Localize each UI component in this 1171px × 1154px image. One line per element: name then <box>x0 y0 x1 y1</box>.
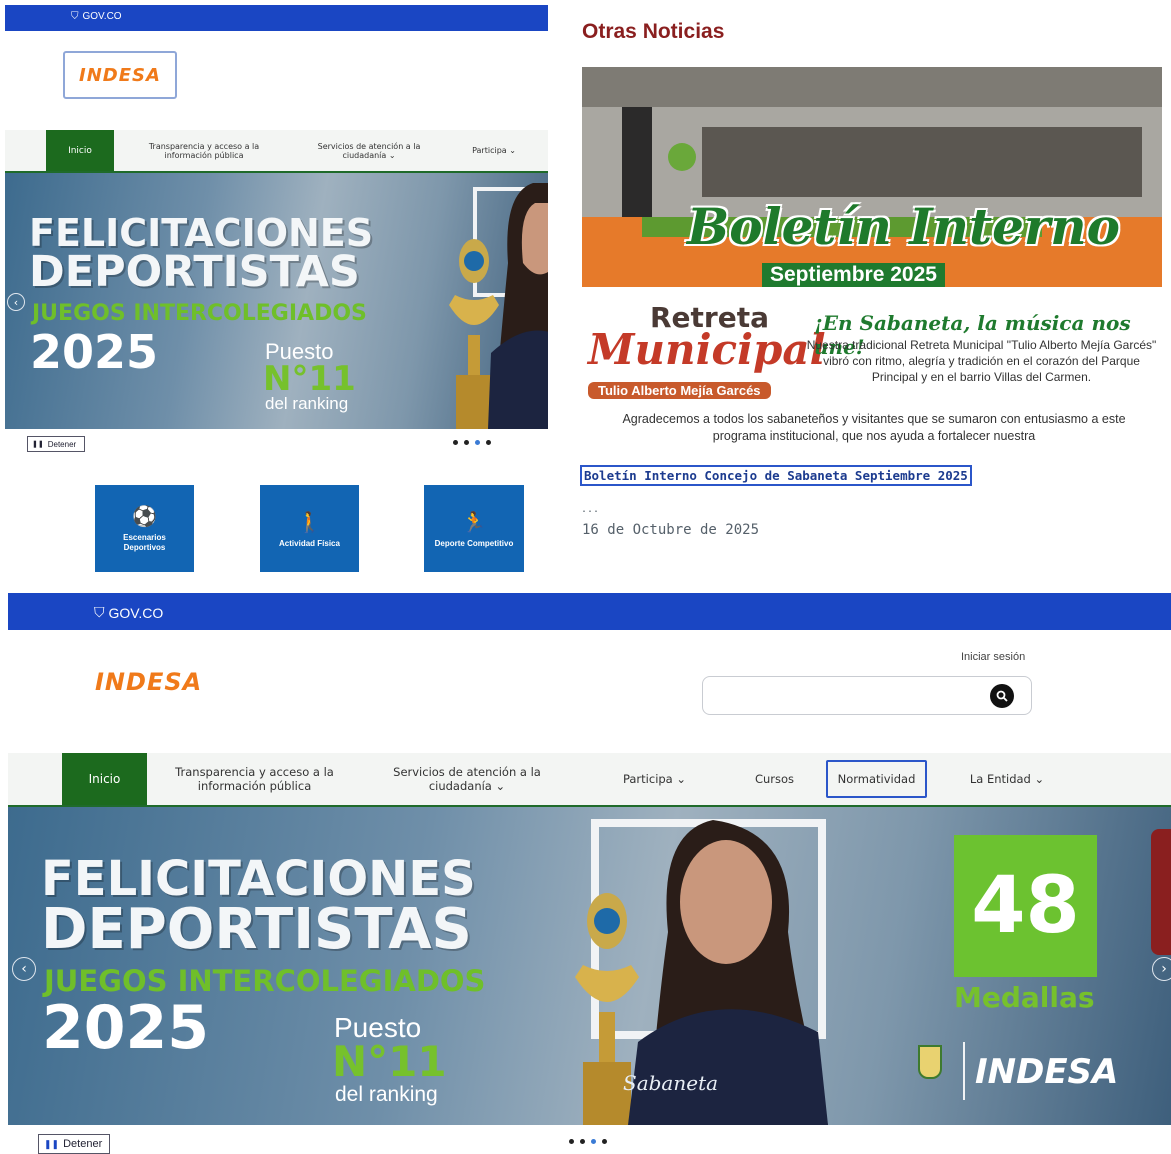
tile-escenarios[interactable]: ⚽ Escenarios Deportivos <box>95 485 194 572</box>
gov-co-label: GOV.CO <box>82 11 122 22</box>
carousel-dot[interactable] <box>486 440 491 445</box>
athlete-photo <box>488 183 548 429</box>
carousel-dot[interactable] <box>569 1139 574 1144</box>
stop-button-top[interactable]: ❚❚ Detener <box>27 436 85 452</box>
nav-item-transparencia[interactable]: Transparencia y acceso a la información … <box>114 142 294 160</box>
retreta-description: Nuestra tradicional Retreta Municipal "T… <box>806 338 1157 385</box>
gov-co-link[interactable]: ⛉ GOV.CO <box>71 11 122 22</box>
hero-year: 2025 <box>30 325 159 379</box>
medals-box: 48 <box>954 835 1097 977</box>
carousel-dot[interactable] <box>580 1139 585 1144</box>
medals-label: Medallas <box>954 981 1095 1014</box>
tile-actividad[interactable]: 🚶 Actividad Física <box>260 485 359 572</box>
hero-rank: N°11 <box>332 1037 447 1086</box>
pause-icon: ❚❚ <box>44 1138 60 1149</box>
nav-item-inicio[interactable]: Inicio <box>62 753 147 805</box>
nav-item-inicio[interactable]: Inicio <box>46 130 114 171</box>
hero-line1: FELICITACIONES <box>29 211 374 255</box>
thanks-text: Agradecemos a todos los sabaneteños y vi… <box>622 412 1126 443</box>
boletin-subtitle: Septiembre 2025 <box>762 263 945 287</box>
search-button[interactable] <box>990 684 1014 708</box>
search-input[interactable] <box>702 676 1032 715</box>
carousel-dot[interactable] <box>602 1139 607 1144</box>
nav-item-la-entidad[interactable]: La Entidad ⌄ <box>947 772 1067 786</box>
hero-rank: N°11 <box>263 359 356 399</box>
nav-item-normatividad[interactable]: Normatividad <box>826 760 927 798</box>
gov-co-label: GOV.CO <box>108 604 164 621</box>
tulio-label: Tulio Alberto Mejía Garcés <box>588 382 771 399</box>
news-ellipsis: ... <box>581 504 600 515</box>
news-date: 16 de Octubre de 2025 <box>582 522 760 538</box>
nav-item-transparencia[interactable]: Transparencia y acceso a la información … <box>147 765 362 793</box>
indesa-brand-logo: INDESA <box>975 1052 1119 1092</box>
hero-line1: FELICITACIONES <box>41 851 476 907</box>
main-nav-top: Inicio Transparencia y acceso a la infor… <box>5 130 548 173</box>
nav-item-servicios[interactable]: Servicios de atención a la ciudadanía ⌄ <box>362 765 572 793</box>
hero-ranking: del ranking <box>335 1083 438 1106</box>
carousel-dot[interactable] <box>453 440 458 445</box>
hiker-icon: 🚶 <box>297 511 322 534</box>
news-heading: Otras Noticias <box>582 20 725 43</box>
municipal-shield-icon <box>916 1045 944 1101</box>
hero-line2: DEPORTISTAS <box>29 247 360 297</box>
hero-line2: DEPORTISTAS <box>41 897 472 962</box>
medals-count: 48 <box>971 861 1080 951</box>
login-link[interactable]: Iniciar sesión <box>961 651 1025 663</box>
carousel-dots-bottom <box>569 1139 607 1144</box>
news-image[interactable]: Boletín Interno Septiembre 2025 Retreta … <box>582 67 1162 457</box>
gov-bar-bottom: ⛉ GOV.CO <box>8 593 1171 630</box>
carousel-next-icon[interactable]: › <box>1152 957 1171 981</box>
gov-co-link[interactable]: ⛉ GOV.CO <box>94 604 163 621</box>
carousel-dot[interactable] <box>464 440 469 445</box>
soccer-ball-icon: ⚽ <box>132 506 157 529</box>
carousel-dot-active[interactable] <box>591 1139 596 1144</box>
tile-deporte[interactable]: 🏃 Deporte Competitivo <box>424 485 524 572</box>
main-nav-bottom: Inicio Transparencia y acceso a la infor… <box>8 753 1171 807</box>
boletin-title: Boletín Interno <box>687 197 1120 256</box>
hero-year: 2025 <box>42 993 209 1063</box>
carousel-prev-icon[interactable]: ‹ <box>7 293 25 311</box>
hero-line3: JUEGOS INTERCOLEGIADOS <box>32 301 367 326</box>
carousel-prev-icon[interactable]: ‹ <box>12 957 36 981</box>
search-icon <box>996 690 1008 702</box>
gov-bar-top: ⛉ GOV.CO <box>5 5 548 31</box>
shirt-text: Sabaneta <box>623 1071 718 1095</box>
nav-item-participa[interactable]: Participa ⌄ <box>444 146 544 155</box>
logo-divider <box>963 1042 965 1100</box>
hero-ranking: del ranking <box>265 394 349 413</box>
carousel-dot-active[interactable] <box>475 440 480 445</box>
carousel-dots-top <box>453 440 491 445</box>
nav-item-cursos[interactable]: Cursos <box>737 772 812 786</box>
indesa-logo: INDESA <box>79 64 161 86</box>
hero-carousel-bottom[interactable]: FELICITACIONES DEPORTISTAS JUEGOS INTERC… <box>8 807 1171 1125</box>
shield-icon: ⛉ <box>71 11 79 22</box>
nav-item-participa[interactable]: Participa ⌄ <box>572 772 737 786</box>
shield-icon: ⛉ <box>94 604 105 620</box>
pause-icon: ❚❚ <box>32 441 44 448</box>
indesa-logo[interactable]: INDESA <box>95 668 202 696</box>
runners-icon: 🏃 <box>461 511 487 534</box>
nav-item-servicios[interactable]: Servicios de atención a la ciudadanía ⌄ <box>294 142 444 160</box>
municipal-label: Municipal <box>588 325 826 374</box>
stop-button-bottom[interactable]: ❚❚ Detener <box>38 1134 110 1154</box>
accessibility-tab[interactable] <box>1151 829 1171 955</box>
logo-box[interactable]: INDESA <box>63 51 177 99</box>
hero-carousel-top[interactable]: FELICITACIONES DEPORTISTAS JUEGOS INTERC… <box>5 173 548 429</box>
news-link[interactable]: Boletín Interno Concejo de Sabaneta Sept… <box>580 465 972 486</box>
athlete-photo: Sabaneta <box>623 820 828 1125</box>
